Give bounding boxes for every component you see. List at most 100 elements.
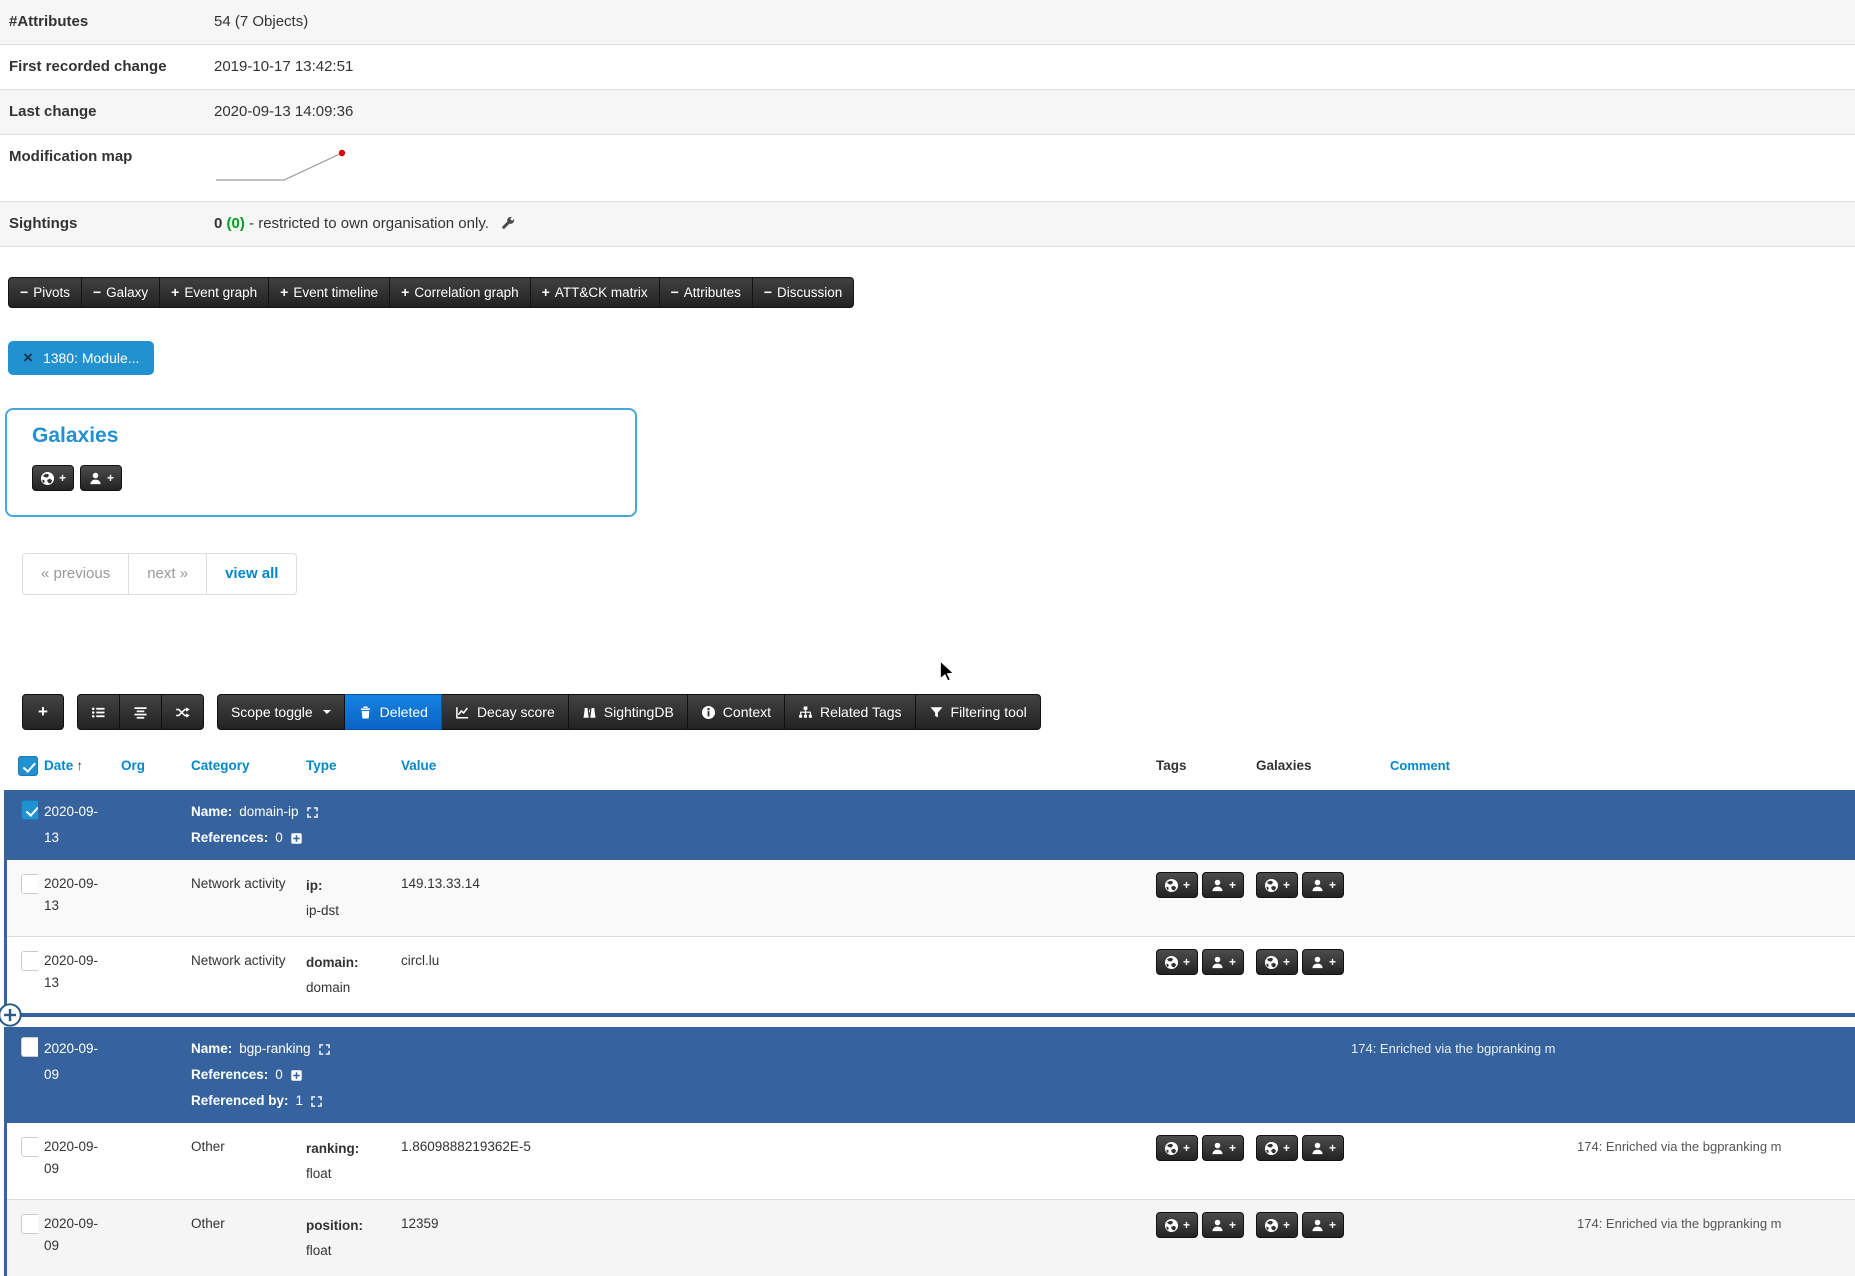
sightings-count: 0 — [214, 215, 222, 232]
object-comment: 174: Enriched via the bgpranking m — [1345, 1027, 1855, 1123]
select-all-checkbox[interactable] — [18, 756, 38, 776]
toggle-correlation-graph[interactable]: +Correlation graph — [390, 277, 531, 308]
add-global-tag-button[interactable]: + — [1156, 949, 1198, 975]
funnel-icon — [929, 705, 944, 720]
attribute-comment — [1345, 937, 1855, 1013]
plus-icon: + — [1283, 1219, 1290, 1231]
sightingdb-button[interactable]: SightingDB — [569, 694, 688, 730]
toggle-event-timeline[interactable]: +Event timeline — [269, 277, 390, 308]
attribute-galaxies-cell: + + — [1250, 1200, 1345, 1276]
column-header-value[interactable]: Value — [401, 758, 436, 773]
add-global-galaxy-button[interactable]: + — [1256, 872, 1298, 898]
row-checkbox[interactable] — [21, 1137, 38, 1157]
toggle-attributes[interactable]: −Attributes — [660, 277, 753, 308]
add-local-tag-button[interactable]: + — [1202, 1135, 1244, 1161]
attribute-row-domain: 2020-09-13 Network activity domain: doma… — [7, 936, 1855, 1013]
shuffle-view-button[interactable] — [162, 694, 204, 730]
toggle-galaxy[interactable]: −Galaxy — [82, 277, 160, 308]
filtering-tool-button[interactable]: Filtering tool — [916, 694, 1041, 730]
toggle-attack-matrix[interactable]: +ATT&CK matrix — [531, 277, 660, 308]
scope-toggle-button[interactable]: Scope toggle — [217, 694, 345, 730]
next-page-button[interactable]: next » — [129, 553, 207, 595]
add-local-galaxy-button[interactable]: + — [1302, 1212, 1344, 1238]
add-reference-icon[interactable] — [290, 1069, 303, 1082]
attribute-value: circl.lu — [395, 937, 1150, 1013]
add-global-galaxy-button[interactable]: + — [32, 465, 74, 491]
section-toggle-bar: −Pivots −Galaxy +Event graph +Event time… — [8, 277, 1855, 308]
row-checkbox[interactable] — [21, 800, 38, 820]
event-tag[interactable]: × 1380: Module... — [8, 341, 154, 375]
row-checkbox[interactable] — [21, 951, 38, 971]
attribute-tags-cell: + + — [1150, 1200, 1250, 1276]
add-local-galaxy-button[interactable]: + — [1302, 1135, 1344, 1161]
object-header-row: 2020-09-09 Name: bgp-ranking References:… — [7, 1027, 1855, 1123]
add-reference-icon[interactable] — [290, 832, 303, 845]
add-global-galaxy-button[interactable]: + — [1256, 1212, 1298, 1238]
person-icon — [88, 471, 103, 486]
column-header-type[interactable]: Type — [306, 758, 337, 773]
info-label: Modification map — [0, 135, 214, 179]
expand-icon[interactable] — [306, 806, 319, 819]
add-local-galaxy-button[interactable]: + — [1302, 872, 1344, 898]
column-header-comment[interactable]: Comment — [1390, 758, 1450, 773]
attribute-comment: 174: Enriched via the bgpranking m — [1345, 1200, 1855, 1276]
object-name: bgp-ranking — [239, 1036, 310, 1062]
list-icon — [91, 705, 106, 720]
column-header-org[interactable]: Org — [121, 758, 145, 773]
context-button[interactable]: Context — [688, 694, 785, 730]
add-global-galaxy-button[interactable]: + — [1256, 1135, 1298, 1161]
plus-icon: + — [1283, 879, 1290, 891]
add-global-tag-button[interactable]: + — [1156, 872, 1198, 898]
modification-sparkline — [214, 142, 354, 188]
column-header-category[interactable]: Category — [191, 758, 250, 773]
globe-icon — [1264, 1141, 1279, 1156]
info-label: Last change — [0, 90, 214, 134]
row-checkbox[interactable] — [21, 874, 38, 894]
row-checkbox[interactable] — [21, 1037, 38, 1057]
add-local-tag-button[interactable]: + — [1202, 1212, 1244, 1238]
plus-icon: + — [107, 472, 114, 484]
add-global-tag-button[interactable]: + — [1156, 1212, 1198, 1238]
last-change-value: 2020-09-13 14:09:36 — [214, 90, 1855, 134]
deleted-filter-button[interactable]: Deleted — [345, 694, 442, 730]
add-local-galaxy-button[interactable]: + — [80, 465, 122, 491]
add-local-tag-button[interactable]: + — [1202, 872, 1244, 898]
toggle-discussion[interactable]: −Discussion — [753, 277, 854, 308]
attribute-org — [115, 1123, 185, 1199]
decay-score-button[interactable]: Decay score — [442, 694, 569, 730]
globe-icon — [1164, 878, 1179, 893]
add-global-tag-button[interactable]: + — [1156, 1135, 1198, 1161]
add-local-tag-button[interactable]: + — [1202, 949, 1244, 975]
object-referenced-by-label: Referenced by: — [191, 1088, 289, 1114]
wrench-icon[interactable] — [500, 215, 516, 231]
add-attribute-button[interactable]: + — [22, 694, 64, 730]
add-object-attribute-button[interactable] — [0, 1003, 22, 1027]
remove-tag-icon[interactable]: × — [23, 352, 33, 364]
related-tags-button[interactable]: Related Tags — [785, 694, 915, 730]
attribute-date: 2020-09-13 — [38, 860, 115, 936]
pagination: « previous next » view all — [22, 553, 297, 595]
attribute-galaxies-cell: + + — [1250, 1123, 1345, 1199]
sitemap-icon — [798, 705, 813, 720]
proposals-view-button[interactable] — [120, 694, 162, 730]
expand-icon[interactable] — [318, 1043, 331, 1056]
sightings-value: 0 (0) - restricted to own organisation o… — [214, 202, 1855, 246]
person-icon — [1210, 955, 1225, 970]
object-header-row: 2020-09-13 Name: domain-ip References: 0 — [7, 790, 1855, 860]
attribute-org — [115, 860, 185, 936]
view-all-button[interactable]: view all — [207, 553, 297, 595]
attributes-table: Date↑ Org Category Type Value Tags Galax… — [4, 740, 1855, 1276]
row-checkbox[interactable] — [21, 1214, 38, 1234]
list-view-button[interactable] — [77, 694, 120, 730]
column-header-date[interactable]: Date — [44, 758, 73, 773]
plus-icon: + — [1329, 956, 1336, 968]
trash-icon — [358, 705, 373, 720]
mouse-cursor — [937, 660, 959, 682]
previous-page-button[interactable]: « previous — [22, 553, 129, 595]
add-local-galaxy-button[interactable]: + — [1302, 949, 1344, 975]
tag-label: 1380: Module... — [43, 350, 140, 366]
toggle-pivots[interactable]: −Pivots — [8, 277, 82, 308]
toggle-event-graph[interactable]: +Event graph — [160, 277, 269, 308]
add-global-galaxy-button[interactable]: + — [1256, 949, 1298, 975]
expand-icon[interactable] — [310, 1095, 323, 1108]
